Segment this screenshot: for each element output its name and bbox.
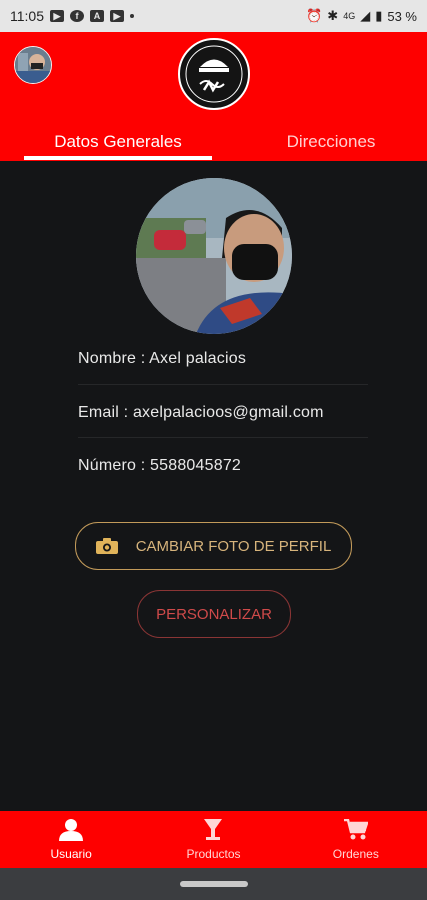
personalize-label: PERSONALIZAR bbox=[156, 605, 272, 623]
signal-icon: ◢ bbox=[360, 8, 371, 23]
system-nav-area bbox=[0, 868, 427, 900]
app-store-icon: A bbox=[90, 10, 104, 22]
user-icon bbox=[59, 819, 84, 844]
nav-productos[interactable]: Productos bbox=[142, 811, 284, 868]
change-photo-button[interactable]: CAMBIAR FOTO DE PERFIL bbox=[75, 522, 352, 570]
tab-datos-generales[interactable]: Datos Generales bbox=[24, 124, 212, 159]
bluetooth-icon: ✱ bbox=[327, 8, 339, 23]
battery-level: 53 % bbox=[387, 8, 417, 24]
divider bbox=[78, 437, 368, 438]
app-header: Datos Generales Direcciones bbox=[0, 32, 427, 161]
nav-productos-label: Productos bbox=[186, 847, 241, 861]
status-time: 11:05 bbox=[10, 8, 44, 24]
glass-icon bbox=[203, 819, 223, 844]
nav-ordenes[interactable]: Ordenes bbox=[285, 811, 427, 868]
nav-ordenes-label: Ordenes bbox=[332, 847, 379, 861]
nav-usuario[interactable]: Usuario bbox=[0, 811, 142, 868]
camera-icon bbox=[95, 538, 118, 554]
cart-icon bbox=[343, 818, 369, 844]
status-bar: 11:05 ▶ f A ▶ ⏰ ✱ 4G ◢ ▮ 53 % bbox=[0, 0, 427, 32]
avatar[interactable] bbox=[14, 46, 52, 84]
battery-icon: ▮ bbox=[375, 8, 383, 23]
gesture-handle[interactable] bbox=[180, 881, 248, 887]
profile-photo bbox=[136, 178, 292, 334]
personalize-button[interactable]: PERSONALIZAR bbox=[137, 590, 291, 638]
change-photo-label: CAMBIAR FOTO DE PERFIL bbox=[135, 537, 332, 555]
divider bbox=[78, 384, 368, 385]
alarm-icon: ⏰ bbox=[306, 8, 323, 23]
profile-email: Email : axelpalacioos@gmail.com bbox=[78, 404, 324, 421]
tab-direcciones[interactable]: Direcciones bbox=[257, 124, 405, 159]
brand-logo bbox=[178, 38, 250, 110]
youtube-icon: ▶ bbox=[50, 10, 64, 22]
facebook-icon: f bbox=[70, 10, 84, 22]
notification-dot-icon bbox=[130, 14, 134, 18]
profile-phone: Número : 5588045872 bbox=[78, 457, 242, 474]
bottom-nav: Usuario Productos Ordenes bbox=[0, 811, 427, 868]
network-type: 4G bbox=[343, 11, 356, 21]
youtube-icon: ▶ bbox=[110, 10, 124, 22]
tab-indicator bbox=[24, 156, 212, 160]
nav-usuario-label: Usuario bbox=[50, 847, 92, 861]
profile-name: Nombre : Axel palacios bbox=[78, 350, 247, 367]
